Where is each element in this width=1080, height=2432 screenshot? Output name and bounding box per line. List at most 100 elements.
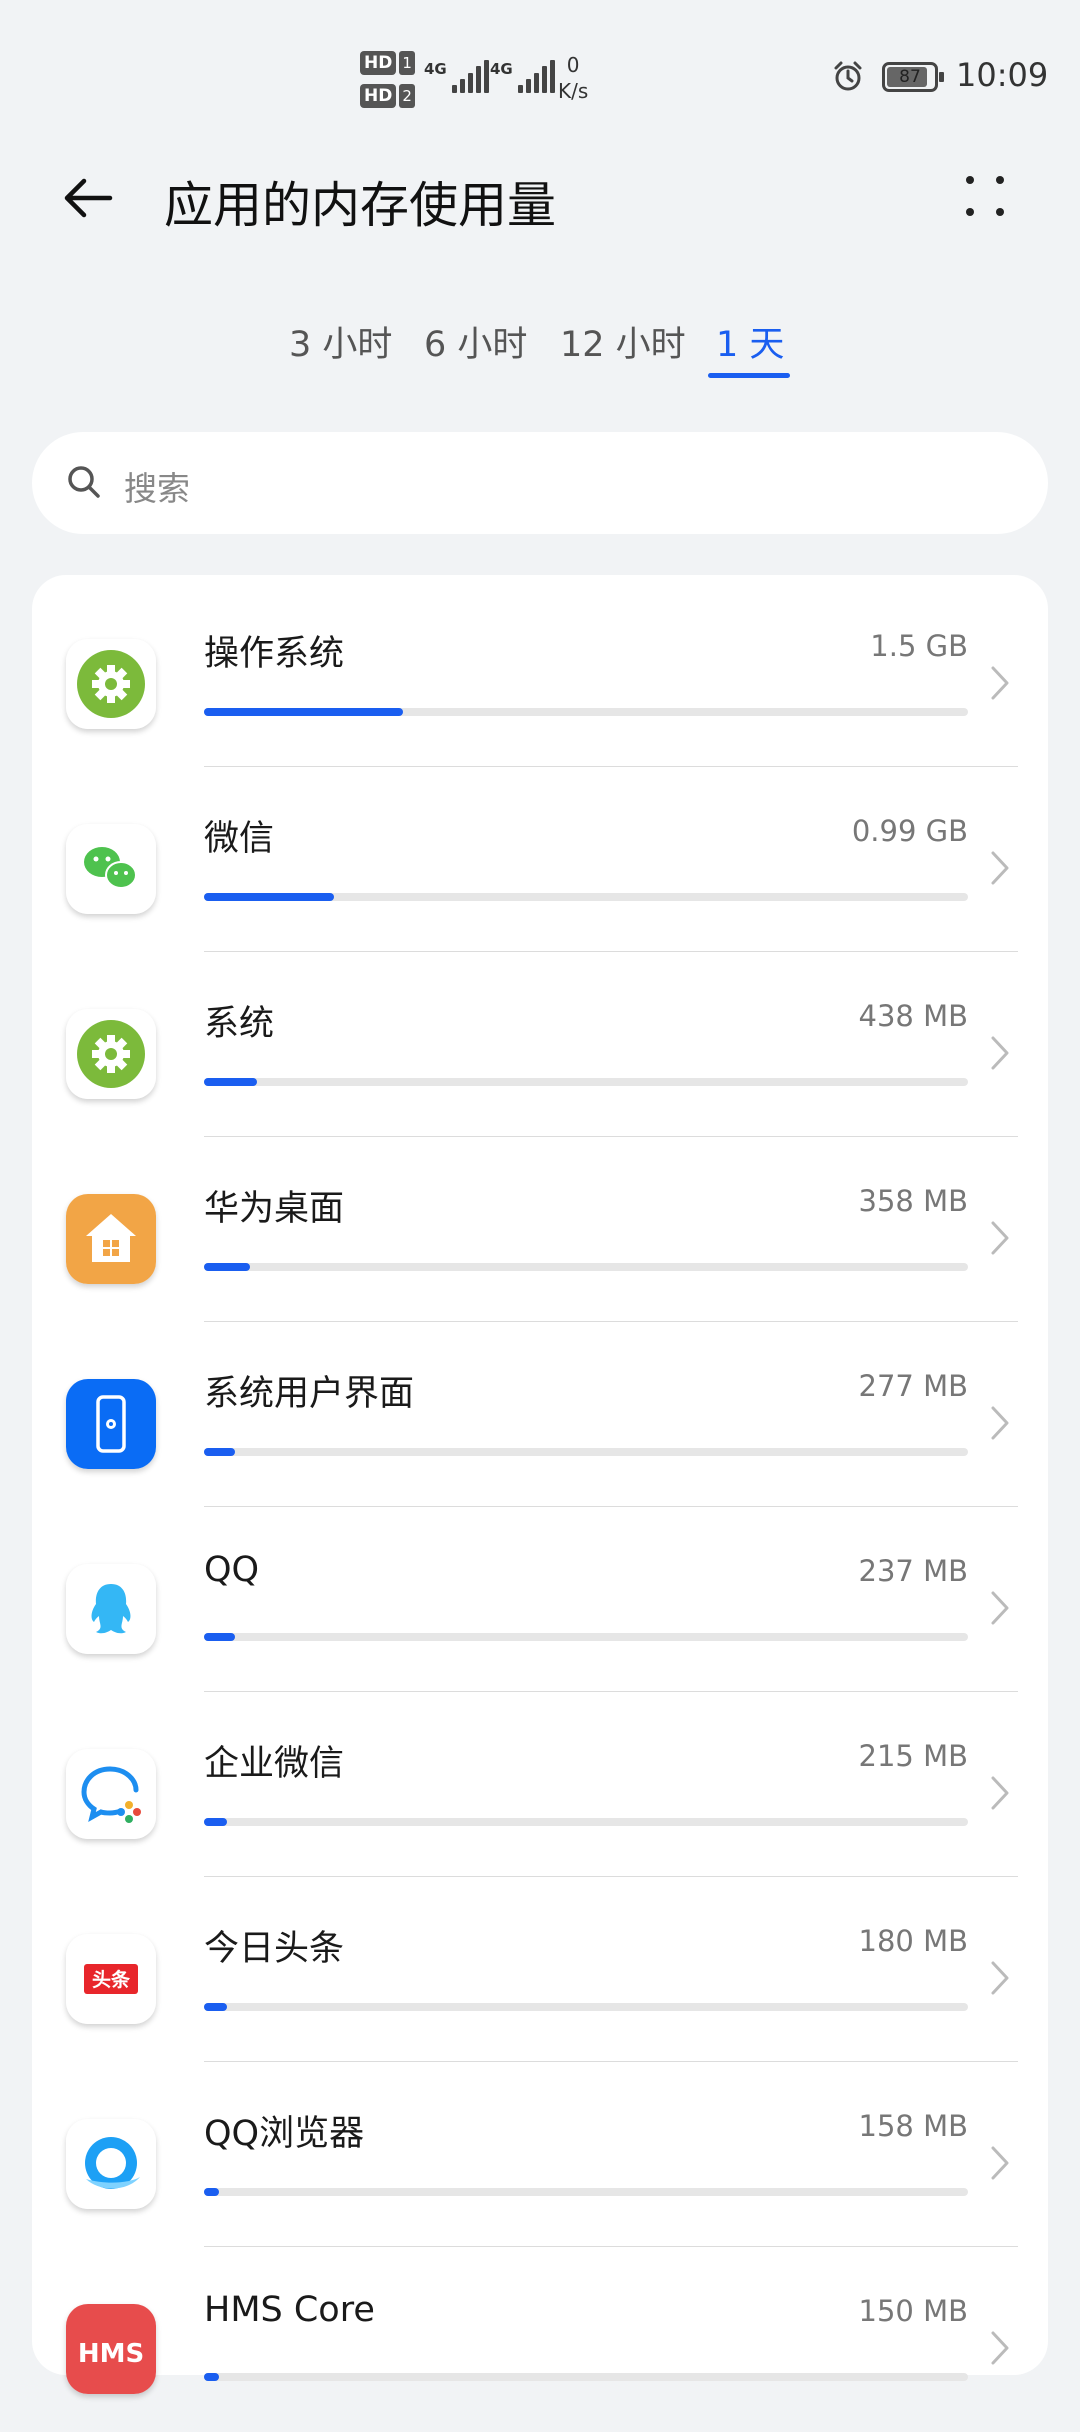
- app-memory-row[interactable]: QQ 237 MB: [32, 1508, 1048, 1692]
- app-name: 今日头条: [204, 1929, 345, 1969]
- app-memory-row[interactable]: 头条 今日头条 180 MB: [32, 1878, 1048, 2062]
- qq-browser-icon: [66, 2119, 156, 2209]
- app-memory-row[interactable]: 华为桌面 358 MB: [32, 1138, 1048, 1322]
- app-name: 系统用户界面: [204, 1374, 415, 1414]
- toutiao-icon: 头条: [66, 1934, 156, 2024]
- memory-usage-bar: [204, 1633, 968, 1641]
- chevron-right-icon: [991, 1961, 1009, 1995]
- app-memory-row[interactable]: 企业微信 215 MB: [32, 1693, 1048, 1877]
- memory-usage-bar-fill: [204, 893, 334, 901]
- network-speed: 0 K/s: [558, 52, 588, 104]
- sim1-signal-icon: 4G: [424, 60, 489, 93]
- sim1-number: 1: [399, 51, 415, 75]
- time-range-tabs: 3 小时 6 小时 12 小时 1 天: [0, 316, 1080, 386]
- memory-usage-bar-fill: [204, 2373, 219, 2381]
- app-memory-row[interactable]: 系统 438 MB: [32, 953, 1048, 1137]
- app-memory-list: 操作系统 1.5 GB 微信 0.99 GB 系统 438 MB 华为桌面 358 MB 系统用…: [32, 575, 1048, 2394]
- memory-usage-bar: [204, 1818, 968, 1826]
- hd2-badge: HD: [360, 84, 397, 108]
- settings-gear-icon: [66, 1009, 156, 1099]
- row-divider: [204, 1691, 1018, 1692]
- chevron-right-icon: [991, 1036, 1009, 1070]
- memory-usage-bar: [204, 1263, 968, 1271]
- tab-12-hours[interactable]: 12 小时: [560, 316, 686, 367]
- qq-penguin-icon: [66, 1564, 156, 1654]
- memory-size: 150 MB: [858, 2294, 969, 2328]
- chevron-right-icon: [991, 851, 1009, 885]
- memory-size: 237 MB: [858, 1554, 969, 1588]
- app-memory-row[interactable]: HMS HMS Core 150 MB: [32, 2248, 1048, 2432]
- app-memory-row[interactable]: QQ浏览器 158 MB: [32, 2063, 1048, 2247]
- search-input[interactable]: 搜索: [124, 462, 190, 510]
- status-bar: HD 1 HD 2 4G 4G 0 K/s 87 10:09: [0, 0, 1080, 130]
- sim2-number: 2: [399, 84, 415, 108]
- chevron-right-icon: [991, 2331, 1009, 2365]
- memory-usage-bar-fill: [204, 1263, 250, 1271]
- app-name: 系统: [204, 1004, 275, 1044]
- hms-core-icon: HMS: [66, 2304, 156, 2394]
- memory-usage-bar-fill: [204, 2003, 227, 2011]
- memory-size: 358 MB: [858, 1184, 969, 1218]
- row-divider: [204, 2246, 1018, 2247]
- memory-size: 158 MB: [858, 2109, 969, 2143]
- memory-usage-bar-fill: [204, 1078, 257, 1086]
- tab-1-day[interactable]: 1 天: [716, 316, 784, 367]
- memory-usage-bar-fill: [204, 708, 403, 716]
- app-memory-row[interactable]: 微信 0.99 GB: [32, 768, 1048, 952]
- memory-usage-bar: [204, 2188, 968, 2196]
- svg-text:头条: 头条: [92, 1968, 131, 1991]
- row-divider: [204, 1136, 1018, 1137]
- hd-indicators: HD 1 HD 2: [360, 50, 415, 116]
- memory-usage-bar-fill: [204, 1633, 235, 1641]
- phone-settings-icon: [66, 1379, 156, 1469]
- arrow-left-icon[interactable]: [58, 168, 118, 228]
- row-divider: [204, 1876, 1018, 1877]
- row-divider: [204, 1321, 1018, 1322]
- app-name: QQ: [204, 1550, 260, 1590]
- network-speed-value: 0: [566, 53, 580, 77]
- page-title: 应用的内存使用量: [164, 177, 557, 234]
- row-divider: [204, 1506, 1018, 1507]
- memory-size: 215 MB: [858, 1739, 969, 1773]
- sim1-network-label: 4G: [424, 60, 447, 78]
- status-time: 10:09: [956, 56, 1049, 94]
- memory-usage-bar: [204, 893, 968, 901]
- memory-usage-bar: [204, 1078, 968, 1086]
- app-name: 操作系统: [204, 634, 345, 674]
- memory-usage-bar: [204, 2003, 968, 2011]
- app-name: 华为桌面: [204, 1189, 345, 1229]
- search-icon: [68, 466, 100, 498]
- svg-text:HMS: HMS: [78, 2339, 144, 2369]
- wecom-icon: [66, 1749, 156, 1839]
- alarm-icon: [834, 61, 862, 91]
- chevron-right-icon: [991, 1591, 1009, 1625]
- chevron-right-icon: [991, 2146, 1009, 2180]
- sim2-network-label: 4G: [490, 60, 513, 78]
- memory-size: 180 MB: [858, 1924, 969, 1958]
- battery-level-text: 87: [899, 67, 921, 87]
- row-divider: [204, 951, 1018, 952]
- wechat-icon: [66, 824, 156, 914]
- tab-3-hours[interactable]: 3 小时: [289, 316, 392, 367]
- sim2-signal-icon: 4G: [490, 60, 555, 93]
- app-name: 微信: [204, 819, 275, 859]
- memory-usage-bar-fill: [204, 1448, 235, 1456]
- memory-size: 1.5 GB: [870, 629, 968, 663]
- memory-usage-bar: [204, 2373, 968, 2381]
- search-bar[interactable]: 搜索: [32, 432, 1048, 534]
- app-name: HMS Core: [204, 2290, 375, 2330]
- memory-size: 438 MB: [858, 999, 969, 1033]
- hd1-badge: HD: [360, 51, 397, 75]
- more-dots-icon[interactable]: [960, 170, 1010, 226]
- home-launcher-icon: [66, 1194, 156, 1284]
- row-divider: [204, 766, 1018, 767]
- chevron-right-icon: [991, 1406, 1009, 1440]
- chevron-right-icon: [991, 1776, 1009, 1810]
- active-tab-indicator: [708, 373, 790, 378]
- tab-6-hours[interactable]: 6 小时: [424, 316, 527, 367]
- app-name: 企业微信: [204, 1744, 345, 1784]
- memory-usage-bar-fill: [204, 1818, 227, 1826]
- app-memory-row[interactable]: 系统用户界面 277 MB: [32, 1323, 1048, 1507]
- memory-size: 277 MB: [858, 1369, 969, 1403]
- app-memory-row[interactable]: 操作系统 1.5 GB: [32, 583, 1048, 767]
